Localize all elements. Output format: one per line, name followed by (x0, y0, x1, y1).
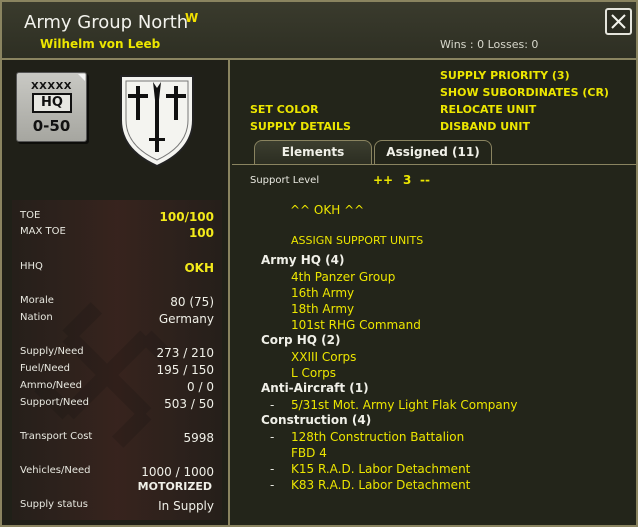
list-item[interactable]: K83 R.A.D. Labor Detachment (291, 478, 470, 492)
unit-actions-panel: SUPPLY PRIORITY (3) SHOW SUBORDINATES (C… (232, 60, 636, 525)
stat-toe: TOE 100/100 (20, 210, 214, 226)
stat-nation: Nation Germany (20, 312, 214, 328)
win-loss-record: Wins : 0 Losses: 0 (440, 38, 539, 51)
stat-label: Nation (20, 312, 53, 323)
stat-hhq[interactable]: HHQ OKH (20, 261, 214, 277)
disband-unit-button[interactable]: DISBAND UNIT (440, 120, 530, 133)
stat-supply-status: Supply status In Supply (20, 499, 214, 515)
counter-value: 0-50 (32, 117, 71, 135)
set-color-button[interactable]: SET COLOR (250, 103, 319, 116)
stat-label: Support/Need (20, 397, 90, 408)
close-button[interactable] (605, 8, 632, 35)
unit-flag: W (185, 11, 199, 25)
stat-value: In Supply (158, 499, 214, 513)
stat-label: Ammo/Need (20, 380, 82, 391)
stat-value: 503 / 50 (164, 397, 214, 411)
unit-detail-window: Army Group North W Wilhelm von Leeb Wins… (0, 0, 638, 527)
counter-corner-icon (78, 74, 85, 81)
commander-name[interactable]: Wilhelm von Leeb (40, 37, 160, 51)
tab-elements[interactable]: Elements (254, 140, 372, 164)
support-level-label: Support Level (250, 175, 320, 186)
stat-label: Vehicles/Need (20, 465, 91, 476)
list-item[interactable]: 101st RHG Command (291, 318, 421, 332)
detach-marker[interactable]: - (270, 478, 274, 492)
relocate-unit-button[interactable]: RELOCATE UNIT (440, 103, 536, 116)
list-item[interactable]: 128th Construction Battalion (291, 430, 464, 444)
stat-label: Supply/Need (20, 346, 84, 357)
stat-value: 1000 / 1000 (141, 465, 214, 479)
tab-divider (232, 164, 636, 165)
parent-hq-link[interactable]: ^^ OKH ^^ (290, 203, 364, 217)
close-icon (611, 14, 626, 29)
stat-support-need: Support/Need 503 / 50 (20, 397, 214, 413)
supply-details-button[interactable]: SUPPLY DETAILS (250, 120, 351, 133)
group-header: Army HQ (4) (261, 253, 345, 267)
support-decrease-button[interactable]: -- (420, 173, 430, 187)
stat-fuel-need: Fuel/Need 195 / 150 (20, 363, 214, 379)
stat-label: HHQ (20, 261, 43, 272)
stat-morale: Morale 80 (75) (20, 295, 214, 311)
stat-value: Germany (158, 312, 214, 326)
detach-marker[interactable]: - (270, 398, 274, 412)
counter-type: HQ (32, 93, 72, 113)
list-item[interactable]: 16th Army (291, 286, 354, 300)
stat-label: Transport Cost (20, 431, 93, 442)
group-header: Anti-Aircraft (1) (261, 381, 369, 395)
tab-assigned[interactable]: Assigned (11) (374, 140, 492, 164)
stat-transport-cost: Transport Cost 5998 (20, 431, 214, 447)
support-level-value: 3 (403, 173, 412, 187)
stat-label: Fuel/Need (20, 363, 70, 374)
stat-value: 5998 (183, 431, 214, 445)
stat-max-toe: MAX TOE 100 (20, 226, 214, 242)
supply-priority-button[interactable]: SUPPLY PRIORITY (3) (440, 69, 570, 82)
group-header: Construction (4) (261, 413, 372, 427)
list-item[interactable]: 5/31st Mot. Army Light Flak Company (291, 398, 518, 412)
stat-value: 0 / 0 (187, 380, 214, 394)
stat-value: 100/100 (159, 210, 214, 224)
list-item[interactable]: K15 R.A.D. Labor Detachment (291, 462, 470, 476)
stat-value: 100 (188, 226, 214, 240)
unit-stats-panel: XXXXX HQ 0-50 TOE 100/100 MAX TOE 100 HH… (2, 60, 230, 525)
stat-value[interactable]: OKH (184, 261, 214, 275)
counter-size: XXXXX (30, 81, 73, 92)
support-increase-button[interactable]: ++ (373, 173, 393, 187)
stat-value: 273 / 210 (156, 346, 214, 360)
show-subordinates-button[interactable]: SHOW SUBORDINATES (CR) (440, 86, 609, 99)
stat-value: 80 (75) (170, 295, 214, 309)
unit-title: Army Group North (24, 12, 189, 33)
list-item[interactable]: FBD 4 (291, 446, 327, 460)
stat-vehicles-need: Vehicles/Need 1000 / 1000 (20, 465, 214, 481)
detach-marker[interactable]: - (270, 462, 274, 476)
stat-supply-need: Supply/Need 273 / 210 (20, 346, 214, 362)
list-item[interactable]: 4th Panzer Group (291, 270, 395, 284)
stat-label: TOE (20, 210, 41, 221)
movement-type: MOTORIZED (137, 480, 212, 493)
stat-label: Supply status (20, 499, 88, 510)
stat-value: 195 / 150 (156, 363, 214, 377)
list-item[interactable]: 18th Army (291, 302, 354, 316)
group-header: Corp HQ (2) (261, 333, 341, 347)
list-item[interactable]: XXIII Corps (291, 350, 356, 364)
unit-counter[interactable]: XXXXX HQ 0-50 (16, 72, 87, 142)
shield-crosses-sword-icon (120, 75, 194, 168)
stat-label: MAX TOE (20, 226, 66, 237)
detach-marker[interactable]: - (270, 430, 274, 444)
stat-ammo-need: Ammo/Need 0 / 0 (20, 380, 214, 396)
window-header: Army Group North W Wilhelm von Leeb Wins… (2, 2, 636, 60)
assign-support-button[interactable]: ASSIGN SUPPORT UNITS (291, 234, 423, 247)
list-item[interactable]: L Corps (291, 366, 336, 380)
stat-label: Morale (20, 295, 54, 306)
